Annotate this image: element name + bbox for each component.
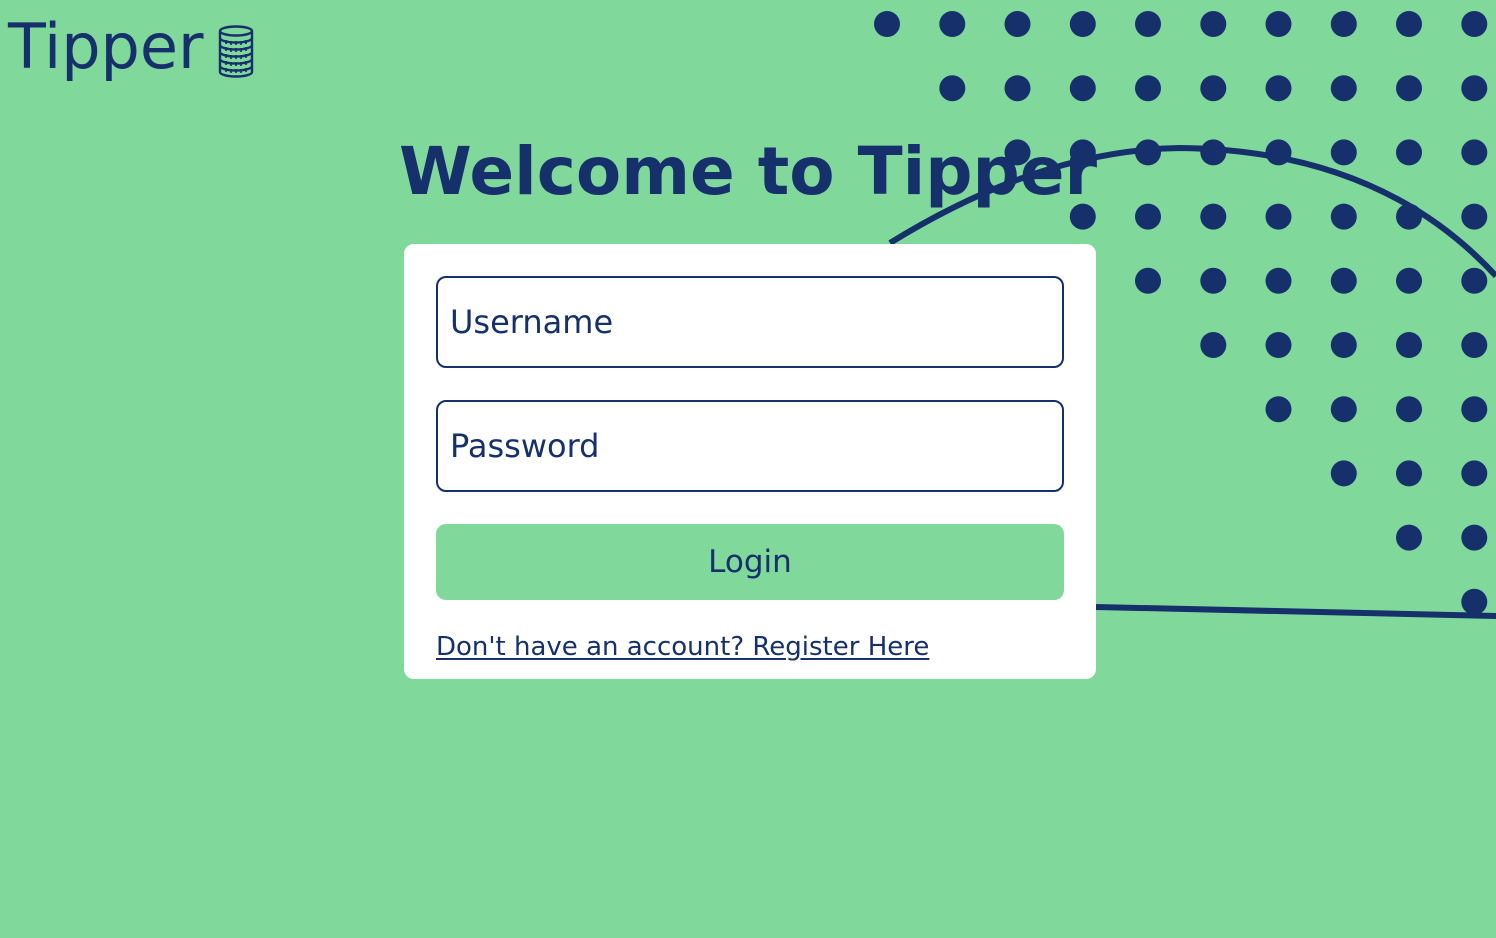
decor-dot bbox=[1004, 11, 1031, 37]
decor-dot bbox=[1461, 588, 1488, 615]
password-input[interactable] bbox=[436, 400, 1064, 492]
decor-dot bbox=[1200, 267, 1227, 294]
decor-dot bbox=[1330, 396, 1357, 423]
decor-dot bbox=[1461, 11, 1488, 37]
decor-dot bbox=[1396, 396, 1422, 423]
register-link[interactable]: Don't have an account? Register Here bbox=[436, 632, 929, 662]
login-button[interactable]: Login bbox=[436, 524, 1064, 600]
decor-dot bbox=[1200, 11, 1227, 37]
decor-dot bbox=[1265, 332, 1292, 358]
decor-dot bbox=[1265, 75, 1292, 102]
decor-dot bbox=[1135, 75, 1161, 102]
login-page: Tipper Welcome to Tipper Login bbox=[0, 0, 1496, 938]
decor-dot bbox=[1396, 332, 1422, 358]
decor-dot bbox=[1265, 396, 1292, 423]
decor-dot bbox=[1200, 332, 1227, 358]
decor-dot bbox=[1330, 11, 1357, 37]
decor-dot bbox=[1135, 267, 1161, 294]
decor-dot bbox=[1265, 267, 1292, 294]
page-title: Welcome to Tipper bbox=[398, 133, 1098, 210]
decor-dot bbox=[1135, 11, 1161, 37]
decor-dot bbox=[1200, 75, 1227, 102]
decor-dot bbox=[1069, 11, 1096, 37]
decor-dot bbox=[1396, 460, 1422, 487]
decor-dot bbox=[1396, 524, 1422, 551]
decor-dot bbox=[1396, 267, 1422, 294]
decor-dot bbox=[1396, 11, 1422, 37]
decor-dot bbox=[1265, 11, 1292, 37]
decor-dot bbox=[874, 11, 900, 37]
decor-dot bbox=[1461, 267, 1488, 294]
brand-name: Tipper bbox=[8, 10, 204, 83]
decor-dot bbox=[1461, 524, 1488, 551]
decor-dot bbox=[1461, 460, 1488, 487]
decor-dot bbox=[1069, 75, 1096, 102]
decor-dot bbox=[1461, 396, 1488, 423]
coin-stack-icon bbox=[218, 25, 253, 78]
username-input[interactable] bbox=[436, 276, 1064, 368]
decor-dot bbox=[1330, 267, 1357, 294]
brand-logo[interactable]: Tipper bbox=[8, 8, 256, 86]
login-card: Login Don't have an account? Register He… bbox=[404, 244, 1096, 679]
decor-dot bbox=[1461, 75, 1488, 102]
decor-dot bbox=[1461, 332, 1488, 358]
decor-dot bbox=[1330, 460, 1357, 487]
decor-dot bbox=[939, 75, 966, 102]
decor-dot bbox=[1004, 75, 1031, 102]
decor-dot bbox=[1396, 75, 1422, 102]
decor-dot bbox=[1330, 332, 1357, 358]
decor-dot bbox=[1330, 75, 1357, 102]
decor-dot bbox=[939, 11, 966, 37]
